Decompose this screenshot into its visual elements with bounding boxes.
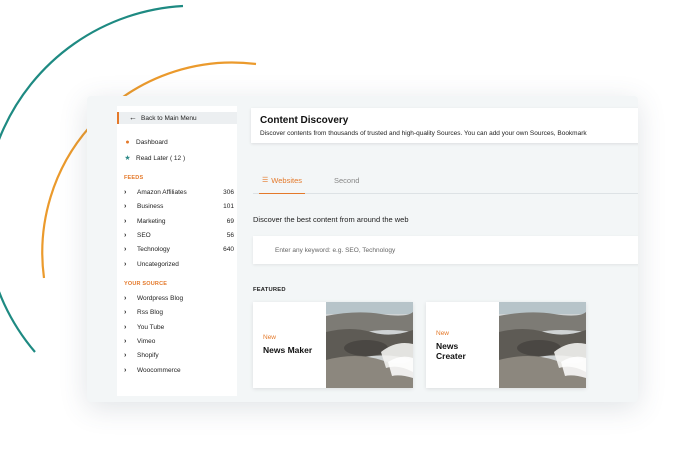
source-item-woocommerce[interactable]: › Woocommerce [124,367,234,374]
feed-label: Amazon Affiliates [137,189,187,196]
featured-heading: FEATURED [253,287,286,293]
back-to-main-menu-button[interactable]: ← Back to Main Menu [117,112,237,124]
feed-label: Marketing [137,218,166,225]
feeds-heading: FEEDS [124,175,144,181]
chevron-right-icon: › [124,309,127,316]
feed-item-marketing[interactable]: › Marketing 69 [124,218,234,225]
feed-item-business[interactable]: › Business 101 [124,203,234,210]
source-label: Woocommerce [137,367,181,374]
chevron-right-icon: › [124,367,127,374]
volcano-crater-image [326,302,413,388]
sidebar-item-dashboard[interactable]: ● Dashboard [123,139,235,146]
featured-card-news-maker[interactable]: New News Maker [253,302,413,388]
page-title: Content Discovery [260,115,349,126]
back-label: Back to Main Menu [141,114,197,122]
feed-label: Business [137,203,164,210]
new-badge: New [436,330,450,337]
search-box [253,236,638,264]
source-label: Wordpress Blog [137,295,184,302]
chevron-right-icon: › [124,324,127,331]
source-label: Rss Blog [137,309,164,316]
discover-heading: Discover the best content from around th… [253,215,409,224]
tab-label: Websites [271,176,302,185]
feed-item-seo[interactable]: › SEO 56 [124,232,234,239]
feed-count: 101 [223,203,234,210]
feed-item-technology[interactable]: › Technology 640 [124,246,234,253]
search-input[interactable] [275,244,575,256]
feed-item-amazon-affiliates[interactable]: › Amazon Affiliates 306 [124,189,234,196]
card-title: News Maker [263,345,313,355]
rss-icon: ☰ [262,177,269,184]
tab-bar: ☰ Websites Second [253,174,638,194]
source-item-wordpress-blog[interactable]: › Wordpress Blog [124,295,234,302]
featured-card-news-creater[interactable]: New News Creater [426,302,586,388]
feed-count: 640 [223,246,234,253]
star-icon: ★ [124,155,131,162]
feed-label: Uncategorized [137,261,179,268]
sidebar: ← Back to Main Menu ● Dashboard ★ Read L… [117,106,237,396]
chevron-right-icon: › [124,203,127,210]
tab-label: Second [334,176,360,185]
feed-label: SEO [137,232,151,239]
sidebar-item-label: Read Later ( 12 ) [136,154,186,162]
card-text: New News Creater [436,330,496,362]
chevron-right-icon: › [124,338,127,345]
source-item-vimeo[interactable]: › Vimeo [124,338,234,345]
chevron-right-icon: › [124,232,127,239]
arrow-left-icon: ← [129,113,137,122]
feed-item-uncategorized[interactable]: › Uncategorized [124,261,234,268]
source-item-youtube[interactable]: › You Tube [124,324,234,331]
tab-websites[interactable]: ☰ Websites [259,176,305,194]
feed-count: 306 [223,189,234,196]
chevron-right-icon: › [124,218,127,225]
feed-count: 69 [226,218,234,225]
source-label: Shopify [137,352,159,359]
tab-second[interactable]: Second [334,176,359,194]
chevron-right-icon: › [124,246,127,253]
card-title: News Creater [436,341,466,361]
new-badge: New [263,334,277,341]
feed-count: 56 [226,232,234,239]
source-item-rss-blog[interactable]: › Rss Blog [124,309,234,316]
chevron-right-icon: › [124,295,127,302]
chevron-right-icon: › [124,189,127,196]
sidebar-item-read-later[interactable]: ★ Read Later ( 12 ) [123,154,235,163]
sidebar-item-label: Dashboard [136,139,168,146]
source-label: You Tube [137,324,165,331]
feed-label: Technology [137,246,170,253]
chevron-right-icon: › [124,261,127,268]
source-label: Vimeo [137,338,156,345]
source-item-shopify[interactable]: › Shopify [124,352,234,359]
app-window: ← Back to Main Menu ● Dashboard ★ Read L… [87,96,638,402]
page-header: Content Discovery Discover contents from… [251,108,638,143]
volcano-crater-image [499,302,586,388]
page-description: Discover contents from thousands of trus… [260,130,587,137]
chevron-right-icon: › [124,352,127,359]
dashboard-icon: ● [125,139,130,146]
your-source-heading: YOUR SOURCE [124,281,168,287]
card-text: New News Maker [263,334,323,356]
